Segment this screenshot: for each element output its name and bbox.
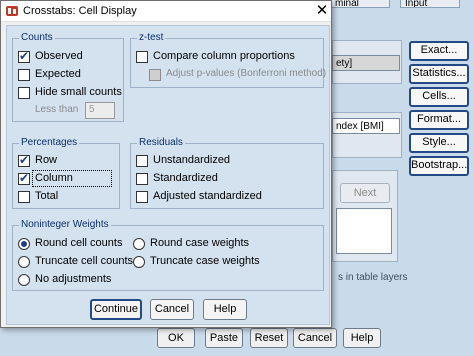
title-bar[interactable]: Crosstabs: Cell Display ✕	[1, 1, 331, 22]
close-icon[interactable]: ✕	[313, 2, 331, 20]
z-test-group: z-test Compare column proportions Adjust…	[130, 32, 327, 88]
no-adjustments-label: No adjustments	[35, 273, 112, 285]
statistics-button[interactable]: Statistics...	[409, 64, 469, 84]
spss-app-icon	[6, 6, 18, 16]
truncate-cell-counts-radio[interactable]	[18, 256, 30, 268]
round-cell-counts-label: Round cell counts	[35, 237, 123, 249]
exact-button[interactable]: Exact...	[409, 41, 469, 61]
row-percent-label: Row	[35, 154, 58, 166]
continue-button[interactable]: Continue	[90, 299, 142, 320]
unstandardized-label: Unstandardized	[153, 154, 231, 166]
parent-cancel-button[interactable]: Cancel	[293, 328, 337, 348]
round-case-weights-label: Round case weights	[150, 237, 250, 249]
unstandardized-checkbox[interactable]	[136, 155, 148, 167]
less-than-input[interactable]: 5	[85, 102, 115, 119]
observed-checkbox[interactable]	[18, 49, 30, 63]
expected-checkbox[interactable]	[18, 69, 30, 81]
parent-row-variable[interactable]: ety]	[332, 55, 400, 71]
style-button[interactable]: Style...	[409, 133, 469, 153]
parent-column-variable[interactable]: ndex [BMI]	[332, 118, 400, 134]
paste-button[interactable]: Paste	[205, 328, 243, 348]
truncate-case-weights-label: Truncate case weights	[150, 255, 260, 267]
round-case-weights-radio[interactable]	[133, 238, 145, 250]
less-than-label: Less than	[35, 104, 79, 115]
percentages-group: Percentages Row Column Total	[12, 137, 120, 209]
help-button[interactable]: Help	[203, 299, 247, 320]
counts-group: Counts Observed Expected Hide small coun…	[12, 32, 124, 122]
round-cell-counts-radio[interactable]	[18, 238, 30, 250]
noninteger-weights-legend: Noninteger Weights	[19, 219, 111, 230]
standardized-checkbox[interactable]	[136, 173, 148, 185]
hide-small-counts-label: Hide small counts	[35, 86, 122, 98]
adjust-p-values-checkbox[interactable]	[149, 69, 161, 81]
cell-display-dialog: Crosstabs: Cell Display ✕ Counts Observe…	[0, 0, 332, 328]
cells-button[interactable]: Cells...	[409, 87, 469, 107]
standardized-label: Standardized	[153, 172, 218, 184]
parent-tab-input[interactable]: Input	[400, 0, 460, 8]
expected-label: Expected	[35, 68, 81, 80]
column-percent-checkbox[interactable]	[18, 171, 30, 185]
counts-legend: Counts	[19, 32, 55, 43]
format-button[interactable]: Format...	[409, 110, 469, 130]
parent-tab-minal[interactable]: minal	[330, 0, 390, 8]
compare-column-proportions-label: Compare column proportions	[153, 50, 295, 62]
truncate-case-weights-radio[interactable]	[133, 256, 145, 268]
no-adjustments-radio[interactable]	[18, 274, 30, 286]
bootstrap-button[interactable]: Bootstrap...	[409, 156, 469, 176]
total-percent-checkbox[interactable]	[18, 191, 30, 203]
parent-layers-text: s in table layers	[338, 272, 408, 283]
residuals-group: Residuals Unstandardized Standardized Ad…	[130, 137, 324, 209]
observed-label: Observed	[35, 50, 83, 62]
total-percent-label: Total	[35, 190, 59, 202]
compare-column-proportions-checkbox[interactable]	[136, 51, 148, 63]
residuals-legend: Residuals	[137, 137, 185, 148]
hide-small-counts-checkbox[interactable]	[18, 87, 30, 99]
ok-button[interactable]: OK	[157, 328, 195, 348]
dialog-body: Counts Observed Expected Hide small coun…	[6, 25, 330, 325]
parent-layer-list[interactable]	[336, 208, 392, 254]
column-percent-label: Column	[35, 172, 73, 184]
dialog-title: Crosstabs: Cell Display	[23, 5, 137, 17]
adjusted-standardized-label: Adjusted standardized	[153, 190, 262, 202]
percentages-legend: Percentages	[19, 137, 80, 148]
cancel-button[interactable]: Cancel	[150, 299, 194, 320]
row-percent-checkbox[interactable]	[18, 153, 30, 167]
parent-help-button[interactable]: Help	[343, 328, 381, 348]
adjust-p-values-label: Adjust p-values (Bonferroni method)	[166, 68, 327, 79]
truncate-cell-counts-label: Truncate cell counts	[35, 255, 134, 267]
z-test-legend: z-test	[137, 32, 166, 43]
reset-button[interactable]: Reset	[250, 328, 288, 348]
parent-next-button[interactable]: Next	[340, 183, 390, 203]
noninteger-weights-group: Noninteger Weights Round cell counts Rou…	[12, 219, 324, 291]
adjusted-standardized-checkbox[interactable]	[136, 191, 148, 203]
